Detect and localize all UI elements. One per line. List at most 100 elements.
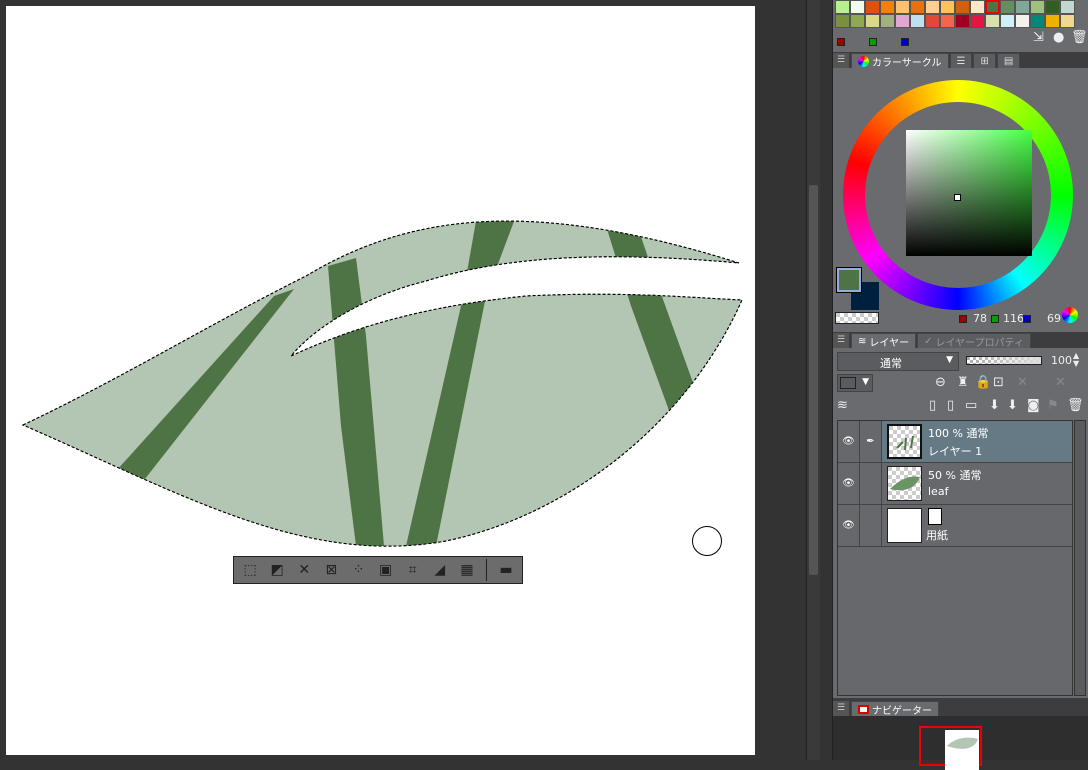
navigator-viewport-frame[interactable] [919, 726, 982, 770]
shrink-selection-icon[interactable]: ⊠ [319, 559, 343, 581]
palette-swatch[interactable] [880, 14, 895, 28]
palette-swatch[interactable] [955, 14, 970, 28]
tab-intermediate[interactable]: ▤ [996, 53, 1021, 68]
mask-disable-icon[interactable]: ✕ [1017, 375, 1028, 390]
panel-menu-icon[interactable]: ☰ [833, 53, 849, 68]
palette-swatch[interactable] [1030, 14, 1045, 28]
lock-icon[interactable]: 🔒 [975, 375, 991, 390]
palette-swatch[interactable] [895, 14, 910, 28]
tab-color-set[interactable]: ⊞ [973, 53, 996, 68]
scrollbar-thumb[interactable] [809, 185, 818, 575]
scale-selection-icon[interactable]: ⁘ [346, 559, 370, 581]
palette-swatch[interactable] [1000, 14, 1015, 28]
palette-swatch[interactable] [1060, 0, 1075, 14]
panel-menu-icon[interactable]: ☰ [833, 701, 849, 716]
lock-transparency-icon[interactable]: ⊡ [993, 375, 1004, 390]
add-color-icon[interactable]: ● [1053, 30, 1064, 45]
new-folder-icon[interactable]: ▭ [965, 398, 977, 413]
blend-mode-select[interactable]: 通常 ▼ [837, 352, 959, 371]
ruler-disable-icon[interactable]: ✕ [1055, 375, 1066, 390]
layer-row[interactable]: 👁 ✒ 100 % 通常 レイヤー 1 [838, 421, 1072, 463]
palette-swatch[interactable] [970, 0, 985, 14]
transform-icon[interactable]: ▣ [374, 559, 398, 581]
palette-swatch[interactable] [1015, 0, 1030, 14]
fill-icon[interactable]: ◢ [428, 559, 452, 581]
tab-layer-property[interactable]: ✓ レイヤープロパティ [917, 333, 1031, 349]
layer-name: 用紙 [926, 529, 948, 542]
merge-down-icon[interactable]: ⬇ [1007, 398, 1018, 413]
eye-icon[interactable]: 👁 [838, 463, 860, 504]
color-slider-icon: ☰ [956, 55, 966, 67]
navigator-view[interactable] [833, 716, 1088, 770]
canvas-vertical-scrollbar[interactable] [806, 0, 820, 760]
eye-icon[interactable]: 👁 [838, 505, 860, 546]
layer-color-select[interactable]: ▼ [837, 374, 873, 392]
palette-swatch[interactable] [880, 0, 895, 14]
palette-swatch[interactable] [985, 0, 1000, 14]
settings-icon[interactable]: ▬ [494, 559, 518, 581]
layer-mask-icon[interactable]: ◙ [1027, 398, 1040, 413]
palette-swatch[interactable] [970, 14, 985, 28]
tab-layer[interactable]: ≋ レイヤー [851, 333, 917, 349]
palette-swatch[interactable] [1060, 14, 1075, 28]
palette-swatch[interactable] [1015, 14, 1030, 28]
palette-swatch[interactable] [835, 0, 850, 14]
new-vector-layer-icon[interactable]: ▯ [947, 398, 954, 413]
color-mode-icon[interactable] [1062, 307, 1078, 323]
canvas-area[interactable]: ⬚ ◩ ✕ ⊠ ⁘ ▣ ⌗ ◢ ▦ ▬ [0, 0, 806, 760]
layer-list-scrollbar[interactable] [1074, 420, 1086, 696]
opacity-stepper-icon[interactable]: ▲ ▼ [1073, 352, 1079, 368]
apply-mask-icon[interactable]: ⚑ [1047, 398, 1059, 413]
transfer-down-icon[interactable]: ⬇ [989, 398, 1000, 413]
layers-icon: ≋ [837, 398, 848, 413]
palette-swatch[interactable] [1045, 0, 1060, 14]
eye-icon[interactable]: 👁 [838, 421, 860, 462]
paper-canvas[interactable] [6, 6, 755, 755]
palette-swatch[interactable] [910, 14, 925, 28]
palette-swatch[interactable] [940, 0, 955, 14]
palette-swatch[interactable] [865, 14, 880, 28]
delete-layer-icon[interactable]: 🗑 [1067, 398, 1084, 413]
green-swatch [869, 38, 877, 46]
layer-list: 👁 ✒ 100 % 通常 レイヤー 1 👁 50 % 通常 leaf 👁 用紙 [837, 420, 1073, 696]
palette-swatch[interactable] [835, 14, 850, 28]
palette-swatch[interactable] [850, 0, 865, 14]
expand-selection-icon[interactable]: ✕ [292, 559, 316, 581]
tab-color-circle[interactable]: カラーサークル [851, 53, 949, 69]
saturation-value-square[interactable] [906, 130, 1032, 256]
panel-menu-icon[interactable]: ☰ [833, 333, 849, 348]
property-icon: ✓ [924, 335, 933, 347]
palette-swatch[interactable] [925, 14, 940, 28]
opacity-value[interactable]: 100 [1051, 354, 1072, 367]
palette-swatch[interactable] [925, 0, 940, 14]
invert-selection-icon[interactable]: ◩ [265, 559, 289, 581]
layer-row[interactable]: 👁 用紙 [838, 505, 1072, 547]
replace-color-icon[interactable]: ⇲ [1033, 30, 1044, 45]
clip-lower-layer-icon[interactable]: ⊖ [935, 375, 946, 390]
palette-swatch[interactable] [895, 0, 910, 14]
color-cursor[interactable] [954, 194, 961, 201]
palette-swatch[interactable] [850, 14, 865, 28]
opacity-slider[interactable] [966, 356, 1042, 365]
tab-color-slider[interactable]: ☰ [949, 53, 973, 68]
palette-swatch[interactable] [940, 14, 955, 28]
palette-swatch[interactable] [985, 14, 1000, 28]
color-wheel[interactable] [843, 80, 1073, 310]
tab-label: レイヤー [869, 337, 910, 349]
palette-swatch[interactable] [1030, 0, 1045, 14]
palette-swatch[interactable] [865, 0, 880, 14]
layer-row[interactable]: 👁 50 % 通常 leaf [838, 463, 1072, 505]
tab-navigator[interactable]: ナビゲーター [851, 701, 939, 717]
main-color-swatch[interactable] [836, 267, 862, 293]
palette-swatch[interactable] [1045, 14, 1060, 28]
palette-swatch[interactable] [955, 0, 970, 14]
transparent-color-swatch[interactable] [835, 312, 879, 324]
scale-up-icon[interactable]: ⌗ [401, 559, 425, 581]
reference-layer-icon[interactable]: ♜ [957, 375, 969, 390]
palette-swatch[interactable] [910, 0, 925, 14]
clear-outside-icon[interactable]: ▦ [455, 559, 479, 581]
deselect-icon[interactable]: ⬚ [238, 559, 262, 581]
new-raster-layer-icon[interactable]: ▯ [929, 398, 936, 413]
palette-swatch[interactable] [1000, 0, 1015, 14]
trash-icon[interactable]: 🗑 [1071, 30, 1088, 45]
